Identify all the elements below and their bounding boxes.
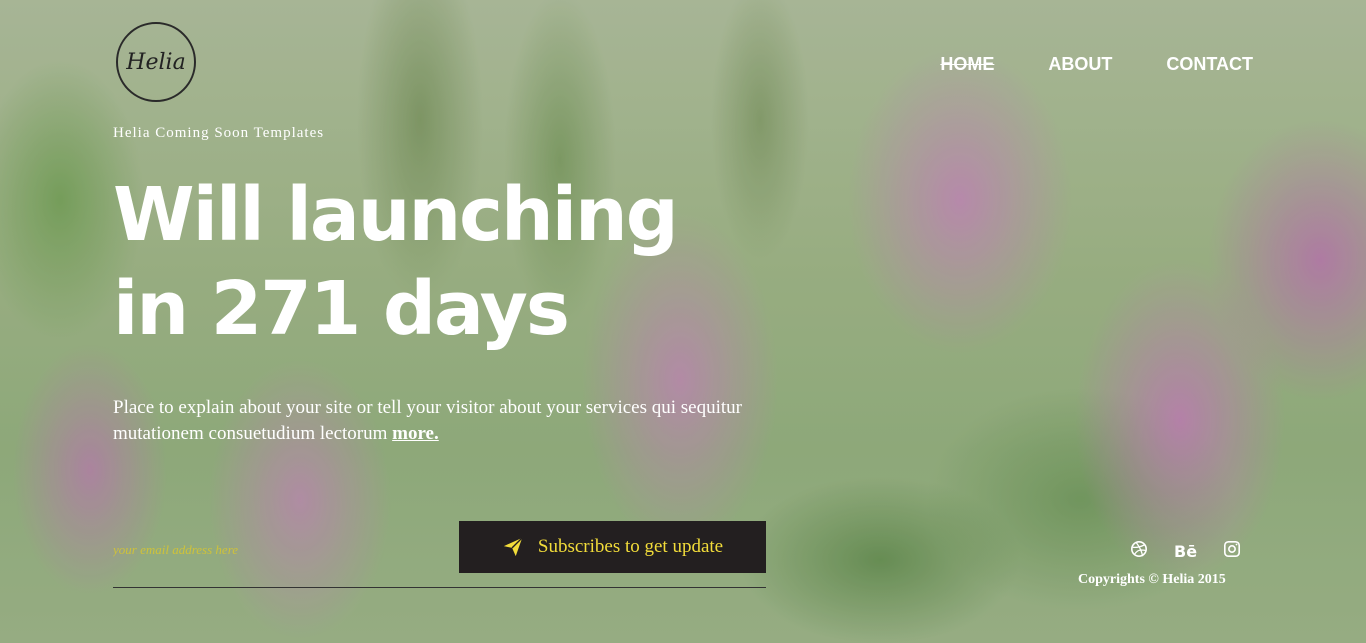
logo-text: Helia bbox=[126, 49, 186, 75]
instagram-icon[interactable] bbox=[1223, 540, 1241, 563]
headline-line-1: Will launching bbox=[113, 172, 679, 258]
nav-contact[interactable]: CONTACT bbox=[1166, 54, 1253, 75]
social-links: Bē bbox=[1130, 540, 1241, 563]
paper-plane-icon bbox=[502, 536, 524, 558]
hero-description: Place to explain about your site or tell… bbox=[113, 395, 793, 447]
subscribe-button-label: Subscribes to get update bbox=[537, 536, 724, 557]
headline-line-2: in 271 days bbox=[113, 266, 570, 352]
nav-home[interactable]: HOME bbox=[940, 54, 994, 75]
logo[interactable]: Helia bbox=[116, 22, 196, 102]
copyright: Copyrights © Helia 2015 bbox=[1078, 572, 1226, 587]
hero-headline: Will launching in 271 days bbox=[113, 168, 813, 356]
more-link[interactable]: more. bbox=[392, 423, 439, 444]
nav-about[interactable]: ABOUT bbox=[1048, 54, 1112, 75]
subscribe-button[interactable]: Subscribes to get update bbox=[459, 521, 766, 573]
dribbble-icon[interactable] bbox=[1130, 540, 1148, 563]
tagline: Helia Coming Soon Templates bbox=[113, 125, 325, 141]
behance-icon[interactable]: Bē bbox=[1174, 542, 1197, 561]
email-input[interactable] bbox=[113, 537, 443, 563]
subscribe-form: Subscribes to get update bbox=[113, 521, 766, 588]
main-nav: HOME ABOUT CONTACT bbox=[940, 54, 1253, 75]
